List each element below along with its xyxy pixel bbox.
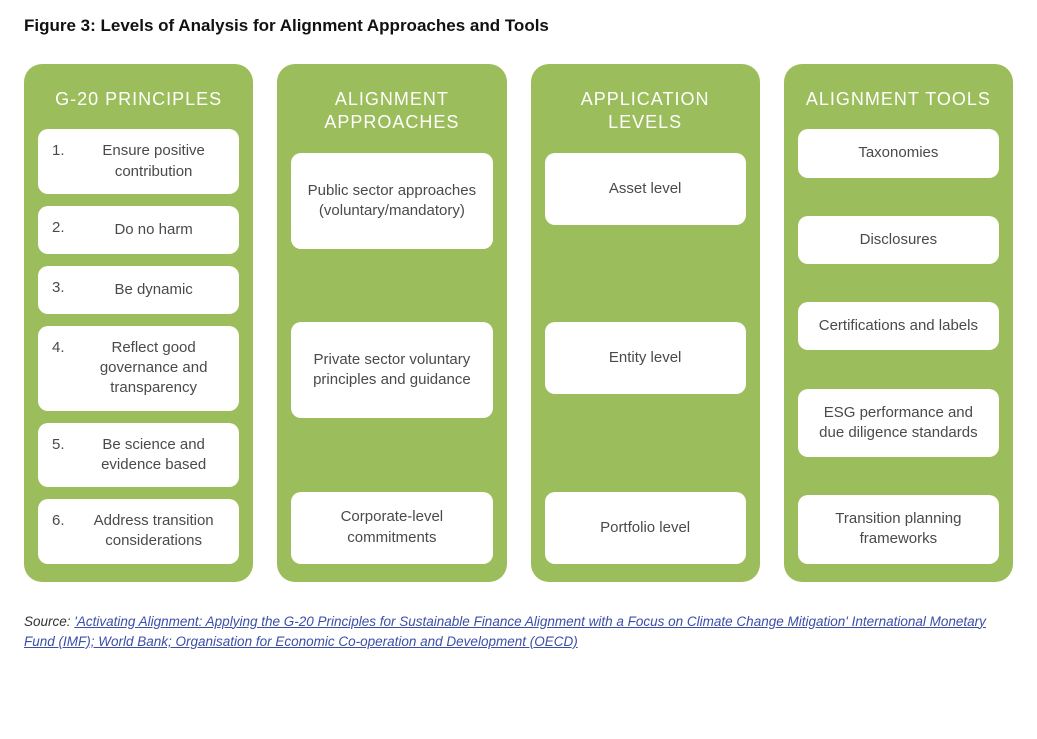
source-lead: Source: (24, 614, 74, 629)
principle-card: 2. Do no harm (38, 206, 239, 254)
columns-container: G-20 PRINCIPLES 1. Ensure positive contr… (24, 64, 1013, 582)
principle-number: 1. (52, 141, 78, 161)
principle-number: 3. (52, 278, 78, 298)
principle-label: Reflect good governance and transparency (78, 338, 229, 399)
principle-label: Address transition considerations (78, 511, 229, 552)
principle-label: Do no harm (78, 220, 229, 240)
principle-card: 6. Address transition considerations (38, 499, 239, 564)
column-header-approaches: ALIGNMENT APPROACHES (291, 78, 492, 153)
column-body-tools: Taxonomies Disclosures Certifications an… (798, 129, 999, 563)
principle-card: 5. Be science and evidence based (38, 423, 239, 488)
level-card: Portfolio level (545, 492, 746, 564)
column-principles: G-20 PRINCIPLES 1. Ensure positive contr… (24, 64, 253, 582)
approach-card: Private sector voluntary principles and … (291, 322, 492, 418)
principle-label: Ensure positive contribution (78, 141, 229, 182)
tool-card: ESG performance and due diligence standa… (798, 389, 999, 458)
column-body-approaches: Public sector approaches (voluntary/mand… (291, 153, 492, 564)
column-body-principles: 1. Ensure positive contribution 2. Do no… (38, 129, 239, 563)
figure-title: Figure 3: Levels of Analysis for Alignme… (24, 16, 1013, 36)
column-body-levels: Asset level Entity level Portfolio level (545, 153, 746, 564)
column-header-levels: APPLICATION LEVELS (545, 78, 746, 153)
tool-card: Certifications and labels (798, 302, 999, 350)
principle-label: Be science and evidence based (78, 435, 229, 476)
tool-card: Taxonomies (798, 129, 999, 177)
principle-card: 3. Be dynamic (38, 266, 239, 314)
tool-card: Disclosures (798, 216, 999, 264)
column-tools: ALIGNMENT TOOLS Taxonomies Disclosures C… (784, 64, 1013, 582)
column-approaches: ALIGNMENT APPROACHES Public sector appro… (277, 64, 506, 582)
source-citation: Source: 'Activating Alignment: Applying … (24, 612, 1013, 653)
tool-card: Transition planning frameworks (798, 495, 999, 564)
principle-number: 6. (52, 511, 78, 531)
principle-card: 1. Ensure positive contribution (38, 129, 239, 194)
principle-label: Be dynamic (78, 280, 229, 300)
source-link[interactable]: 'Activating Alignment: Applying the G-20… (24, 614, 986, 649)
principle-number: 2. (52, 218, 78, 238)
principle-number: 4. (52, 338, 78, 358)
principle-number: 5. (52, 435, 78, 455)
principle-card: 4. Reflect good governance and transpare… (38, 326, 239, 411)
column-header-tools: ALIGNMENT TOOLS (798, 78, 999, 129)
column-levels: APPLICATION LEVELS Asset level Entity le… (531, 64, 760, 582)
approach-card: Corporate-level commitments (291, 492, 492, 564)
level-card: Entity level (545, 322, 746, 394)
level-card: Asset level (545, 153, 746, 225)
column-header-principles: G-20 PRINCIPLES (38, 78, 239, 129)
approach-card: Public sector approaches (voluntary/mand… (291, 153, 492, 249)
